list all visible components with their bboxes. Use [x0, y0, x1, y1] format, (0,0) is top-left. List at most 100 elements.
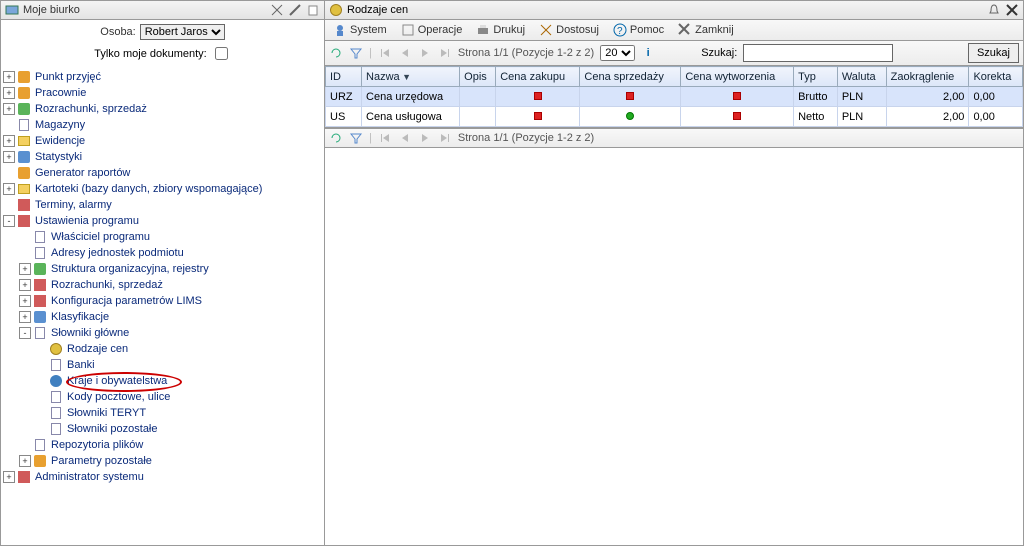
expand-icon[interactable]: +	[19, 263, 31, 275]
next-page-icon[interactable]	[418, 131, 432, 145]
tree-item[interactable]: Adresy jednostek podmiotu	[19, 245, 324, 261]
nav-tree[interactable]: +Punkt przyjęć+Pracownie+Rozrachunki, sp…	[1, 67, 324, 545]
cell-wytw	[681, 107, 794, 127]
tree-item[interactable]: Magazyny	[3, 117, 324, 133]
tree-item-label: Właściciel programu	[51, 231, 150, 243]
column-header[interactable]: Cena sprzedaży	[580, 67, 681, 87]
operacje-button[interactable]: Operacje	[397, 22, 467, 38]
column-header[interactable]: Zaokrąglenie	[886, 67, 969, 87]
tree-item[interactable]: + Ewidencje	[3, 133, 324, 149]
page-size-select[interactable]: 20	[600, 45, 635, 61]
close-icon[interactable]	[1005, 3, 1019, 17]
status-red-icon	[733, 92, 741, 100]
dostosuj-button[interactable]: Dostosuj	[535, 22, 603, 38]
expand-icon[interactable]: +	[19, 279, 31, 291]
column-header[interactable]: Typ	[794, 67, 838, 87]
first-page-icon[interactable]	[378, 131, 392, 145]
tree-item[interactable]: -Słowniki główne	[19, 325, 324, 341]
tool-scissors-icon[interactable]	[270, 3, 284, 17]
tree-item-label: Struktura organizacyjna, rejestry	[51, 263, 209, 275]
tree-item[interactable]: + Punkt przyjęć	[3, 69, 324, 85]
filter-icon[interactable]	[349, 46, 363, 60]
column-header[interactable]: Korekta	[969, 67, 1023, 87]
refresh-icon[interactable]	[329, 131, 343, 145]
tree-item[interactable]: Rodzaje cen	[35, 341, 324, 357]
node-icon	[17, 198, 31, 212]
system-button[interactable]: System	[329, 22, 391, 38]
tree-item[interactable]: Kody pocztowe, ulice	[35, 389, 324, 405]
tree-item[interactable]: +Parametry pozostałe	[19, 453, 324, 469]
no-expander	[3, 199, 15, 211]
tree-item[interactable]: +Kartoteki (bazy danych, zbiory wspomaga…	[3, 181, 324, 197]
tree-item[interactable]: +Konfiguracja parametrów LIMS	[19, 293, 324, 309]
tree-item[interactable]: Właściciel programu	[19, 229, 324, 245]
tree-item[interactable]: -Ustawienia programu	[3, 213, 324, 229]
prev-page-icon[interactable]	[398, 131, 412, 145]
node-icon	[33, 262, 47, 276]
expand-icon[interactable]: +	[3, 183, 15, 195]
cell-zaokr: 2,00	[886, 107, 969, 127]
pomoc-button[interactable]: ?Pomoc	[609, 22, 668, 38]
tree-item[interactable]: Generator raportów	[3, 165, 324, 181]
search-button[interactable]: Szukaj	[968, 43, 1019, 63]
drukuj-button[interactable]: Drukuj	[472, 22, 529, 38]
column-header[interactable]: Cena zakupu	[496, 67, 580, 87]
expand-icon[interactable]: +	[3, 103, 15, 115]
column-header[interactable]: Opis	[460, 67, 496, 87]
expand-icon[interactable]: +	[3, 471, 15, 483]
node-icon	[17, 182, 31, 196]
tree-item-label: Słowniki TERYT	[67, 407, 146, 419]
desk-icon	[5, 3, 19, 17]
column-header[interactable]: Waluta	[837, 67, 886, 87]
pager-top: | Strona 1/1 (Pozycje 1-2 z 2) 20 i Szuk…	[325, 41, 1023, 66]
tree-item[interactable]: Słowniki pozostałe	[35, 421, 324, 437]
only-my-docs-checkbox[interactable]	[215, 47, 228, 60]
tree-item[interactable]: +Statystyki	[3, 149, 324, 165]
expand-icon[interactable]: +	[19, 311, 31, 323]
table-row[interactable]: URZCena urzędowaBruttoPLN2,000,00	[326, 87, 1023, 107]
first-page-icon[interactable]	[378, 46, 392, 60]
tree-item[interactable]: +Rozrachunki, sprzedaż	[19, 277, 324, 293]
zamknij-button[interactable]: Zamknij	[674, 22, 738, 38]
expand-icon[interactable]: +	[3, 151, 15, 163]
tree-item[interactable]: +Klasyfikacje	[19, 309, 324, 325]
tree-item[interactable]: Banki	[35, 357, 324, 373]
column-header[interactable]: Nazwa ▼	[362, 67, 460, 87]
tree-item[interactable]: Kraje i obywatelstwa	[35, 373, 324, 389]
tree-item[interactable]: +Administrator systemu	[3, 469, 324, 485]
tree-item[interactable]: + Struktura organizacyjna, rejestry	[19, 261, 324, 277]
tree-item-label: Punkt przyjęć	[35, 71, 101, 83]
column-header[interactable]: Cena wytworzenia	[681, 67, 794, 87]
tree-item[interactable]: Słowniki TERYT	[35, 405, 324, 421]
expand-icon[interactable]: +	[3, 135, 15, 147]
last-page-icon[interactable]	[438, 46, 452, 60]
tool-copy-icon[interactable]	[306, 3, 320, 17]
expand-icon[interactable]: +	[19, 455, 31, 467]
empty-area	[325, 148, 1023, 545]
tree-item[interactable]: +Rozrachunki, sprzedaż	[3, 101, 324, 117]
tree-item[interactable]: Repozytoria plików	[19, 437, 324, 453]
refresh-icon[interactable]	[329, 46, 343, 60]
collapse-icon[interactable]: -	[3, 215, 15, 227]
tool-wrench-icon[interactable]	[288, 3, 302, 17]
table-row[interactable]: USCena usługowaNettoPLN2,000,00	[326, 107, 1023, 127]
expand-icon[interactable]: +	[3, 71, 15, 83]
expand-icon[interactable]: +	[19, 295, 31, 307]
tree-item[interactable]: +Pracownie	[3, 85, 324, 101]
info-icon[interactable]: i	[641, 46, 655, 60]
person-select[interactable]: Robert Jaros	[140, 24, 225, 40]
last-page-icon[interactable]	[438, 131, 452, 145]
collapse-icon[interactable]: -	[19, 327, 31, 339]
next-page-icon[interactable]	[418, 46, 432, 60]
tree-item-label: Ewidencje	[35, 135, 85, 147]
bell-icon[interactable]	[987, 3, 1001, 17]
column-header[interactable]: ID	[326, 67, 362, 87]
filter-icon[interactable]	[349, 131, 363, 145]
prev-page-icon[interactable]	[398, 46, 412, 60]
search-input[interactable]	[743, 44, 893, 62]
expand-icon[interactable]: +	[3, 87, 15, 99]
tree-item[interactable]: Terminy, alarmy	[3, 197, 324, 213]
person-label: Osoba:	[100, 26, 135, 38]
no-expander	[19, 231, 31, 243]
cell-korekta: 0,00	[969, 107, 1023, 127]
